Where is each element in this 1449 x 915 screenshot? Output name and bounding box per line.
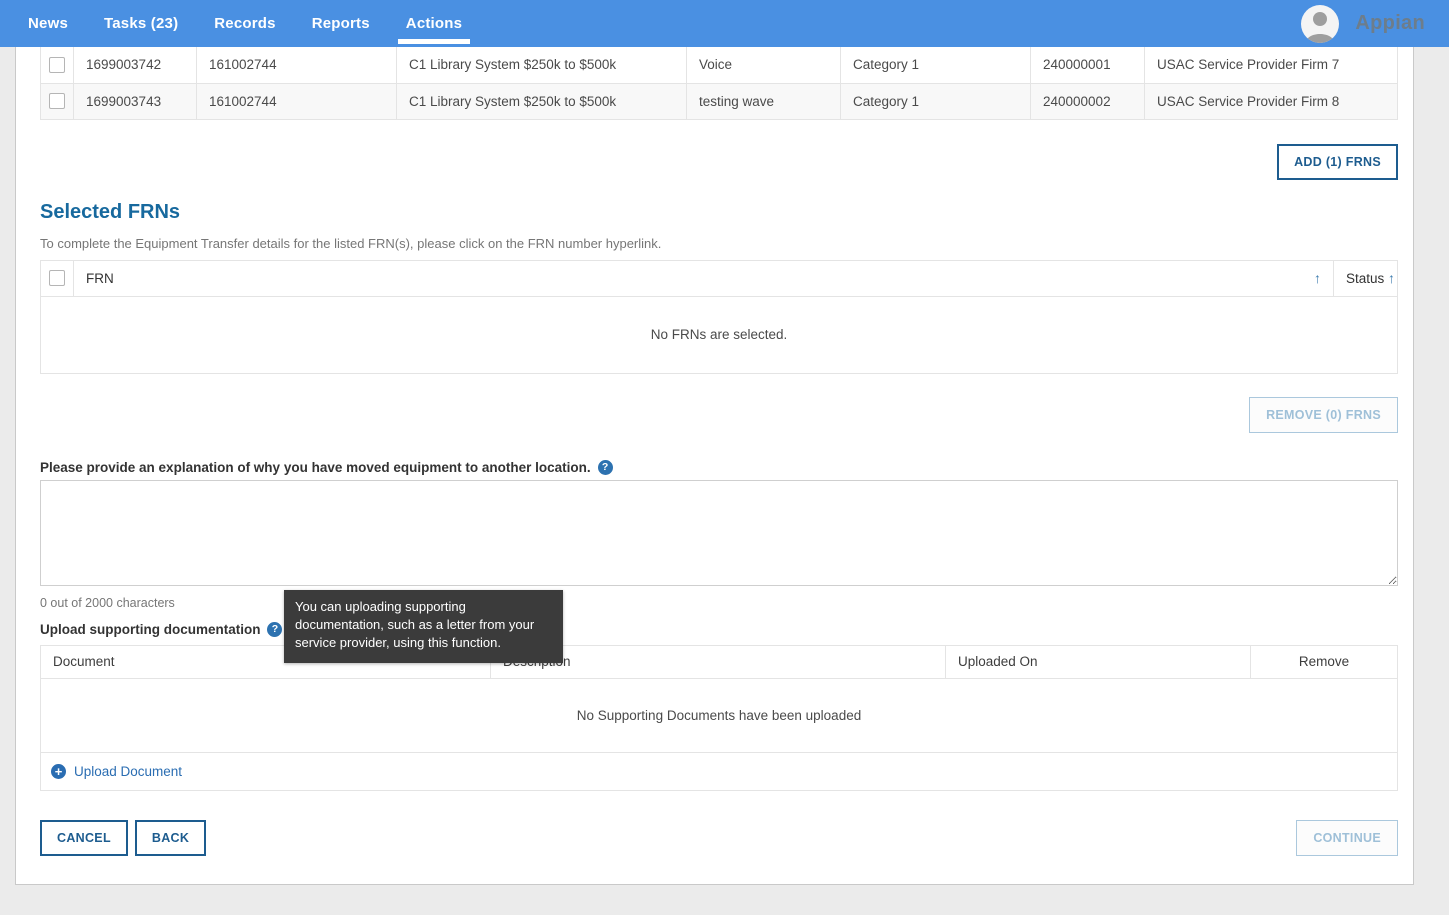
selected-frns-table: FRN ↑ Status ↑ No FRNs are selected. bbox=[40, 259, 1398, 374]
no-documents-message: No Supporting Documents have been upload… bbox=[40, 677, 1398, 753]
sort-ascending-icon[interactable]: ↑ bbox=[1388, 270, 1395, 286]
service-type-cell: testing wave bbox=[686, 83, 841, 120]
nickname-cell: C1 Library System $250k to $500k bbox=[396, 83, 687, 120]
help-icon[interactable]: ? bbox=[267, 621, 283, 637]
remove-frns-button[interactable]: REMOVE (0) FRNS bbox=[1249, 396, 1398, 433]
status-column-header[interactable]: Status bbox=[1346, 271, 1384, 286]
navbar-right: Appian bbox=[1301, 0, 1449, 47]
upload-document-label: Upload Document bbox=[74, 763, 183, 779]
appian-logo: Appian bbox=[1355, 12, 1425, 34]
nav-item-news[interactable]: News bbox=[10, 0, 86, 47]
empty-state-row: No Supporting Documents have been upload… bbox=[40, 677, 1398, 753]
spin-cell: 240000001 bbox=[1030, 47, 1145, 84]
help-icon[interactable]: ? bbox=[597, 459, 613, 475]
add-frns-button[interactable]: ADD (1) FRNS bbox=[1277, 143, 1398, 180]
character-counter: 0 out of 2000 characters bbox=[40, 595, 175, 610]
explanation-label: Please provide an explanation of why you… bbox=[40, 459, 591, 475]
top-navbar: News Tasks (23) Records Reports Actions … bbox=[0, 0, 1449, 47]
upload-document-link[interactable]: + Upload Document bbox=[51, 763, 183, 779]
upload-document-row: + Upload Document bbox=[40, 751, 1398, 791]
frn-cell: 1699003742 bbox=[73, 47, 197, 84]
selected-frns-description: To complete the Equipment Transfer detai… bbox=[40, 235, 662, 251]
nickname-cell: C1 Library System $250k to $500k bbox=[396, 47, 687, 84]
frn-column-header[interactable]: FRN bbox=[86, 271, 114, 286]
nav-item-tasks[interactable]: Tasks (23) bbox=[86, 0, 196, 47]
service-provider-cell: USAC Service Provider Firm 8 bbox=[1144, 83, 1398, 120]
table-row: 1699003743 161002744 C1 Library System $… bbox=[40, 83, 1398, 120]
supporting-documents-table: Document Description Uploaded On Remove … bbox=[40, 644, 1398, 791]
frn-cell: 1699003743 bbox=[73, 83, 197, 120]
remove-column-header: Remove bbox=[1250, 644, 1398, 679]
back-button[interactable]: BACK bbox=[134, 819, 207, 856]
table-header-row: Document Description Uploaded On Remove bbox=[40, 644, 1398, 679]
row-checkbox[interactable] bbox=[49, 93, 65, 110]
nav-item-actions[interactable]: Actions bbox=[388, 0, 480, 47]
row-checkbox[interactable] bbox=[49, 56, 65, 73]
continue-button[interactable]: CONTINUE bbox=[1296, 819, 1398, 856]
person-icon bbox=[1306, 11, 1335, 43]
category-cell: Category 1 bbox=[840, 83, 1031, 120]
explanation-textarea[interactable] bbox=[40, 479, 1398, 586]
nav-item-records[interactable]: Records bbox=[196, 0, 293, 47]
nav-item-reports[interactable]: Reports bbox=[294, 0, 388, 47]
upload-help-tooltip: You can uploading supporting documentati… bbox=[284, 590, 563, 663]
spin-cell: 240000002 bbox=[1030, 83, 1145, 120]
service-provider-cell: USAC Service Provider Firm 7 bbox=[1144, 47, 1398, 84]
user-avatar[interactable] bbox=[1301, 4, 1340, 43]
selected-frns-title: Selected FRNs bbox=[40, 200, 181, 223]
service-type-cell: Voice bbox=[686, 47, 841, 84]
table-row: 1699003742 161002744 C1 Library System $… bbox=[40, 47, 1398, 84]
cancel-button[interactable]: CANCEL bbox=[40, 819, 128, 856]
sort-ascending-icon[interactable]: ↑ bbox=[1314, 270, 1321, 286]
category-cell: Category 1 bbox=[840, 47, 1031, 84]
frn-results-table: 1699003742 161002744 C1 Library System $… bbox=[40, 47, 1398, 120]
table-header-row: FRN ↑ Status ↑ bbox=[40, 259, 1398, 297]
content-card: 1699003742 161002744 C1 Library System $… bbox=[15, 47, 1414, 885]
plus-icon: + bbox=[51, 763, 66, 779]
application-number-cell: 161002744 bbox=[196, 83, 397, 120]
upload-documentation-label: Upload supporting documentation bbox=[40, 621, 261, 637]
select-all-checkbox[interactable] bbox=[49, 270, 65, 287]
uploaded-on-column-header: Uploaded On bbox=[945, 644, 1251, 679]
application-number-cell: 161002744 bbox=[196, 47, 397, 84]
empty-state-row: No FRNs are selected. bbox=[40, 295, 1398, 374]
no-frns-message: No FRNs are selected. bbox=[40, 295, 1398, 374]
